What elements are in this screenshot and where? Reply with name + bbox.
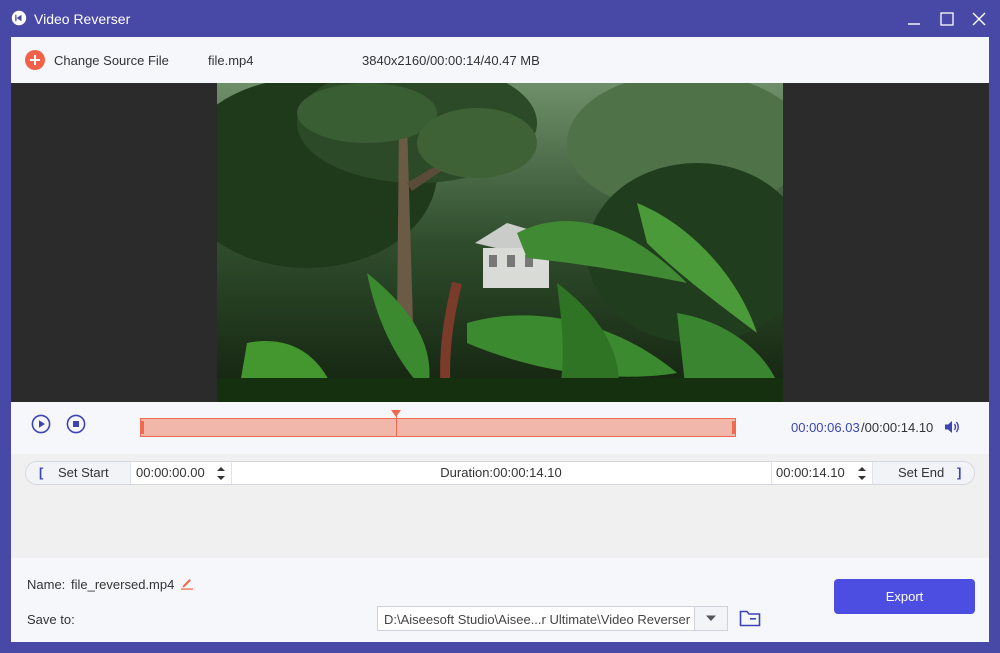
save-path-value: D:\Aiseesoft Studio\Aisee...r Ultimate\V… — [384, 612, 691, 627]
set-end-label: Set End — [898, 465, 945, 480]
playhead-marker[interactable] — [391, 410, 401, 417]
trim-end-handle[interactable] — [732, 421, 735, 434]
bracket-right-icon: ] — [957, 465, 962, 480]
name-label: Name: — [27, 577, 66, 592]
maximize-icon[interactable] — [937, 9, 957, 29]
stop-icon[interactable] — [66, 414, 86, 434]
range-bar: [ Set Start 00:00:00.00 Duration:00:00:1… — [25, 461, 975, 485]
main-window: Change Source File file.mp4 3840x2160/00… — [11, 37, 989, 642]
end-time-input[interactable]: 00:00:14.10 — [776, 462, 845, 484]
save-path-select[interactable]: D:\Aiseesoft Studio\Aisee...r Ultimate\V… — [377, 606, 728, 631]
bracket-left-icon: [ — [39, 465, 44, 480]
play-icon[interactable] — [31, 414, 51, 434]
set-start-label: Set Start — [58, 465, 109, 480]
video-frame — [217, 83, 783, 402]
start-time-stepper-icon[interactable] — [215, 465, 227, 482]
add-icon — [25, 50, 45, 70]
folder-icon[interactable] — [739, 608, 761, 628]
set-end-button[interactable]: Set End ] — [873, 462, 974, 484]
duration-display: Duration:00:00:14.10 — [440, 465, 562, 480]
divider — [771, 462, 772, 484]
trim-start-handle[interactable] — [141, 421, 144, 434]
source-filename: file.mp4 — [208, 53, 254, 68]
source-info: 3840x2160/00:00:14/40.47 MB — [362, 53, 540, 68]
minimize-icon[interactable] — [904, 9, 924, 29]
set-start-button[interactable]: [ Set Start — [26, 462, 130, 484]
source-bar: Change Source File file.mp4 3840x2160/00… — [11, 37, 989, 83]
chevron-down-icon — [706, 615, 716, 621]
change-source-label: Change Source File — [54, 53, 169, 68]
save-path-dropdown[interactable] — [694, 607, 727, 630]
export-button[interactable]: Export — [834, 579, 975, 614]
volume-icon[interactable] — [942, 417, 962, 437]
edit-icon[interactable] — [180, 576, 194, 590]
video-preview — [11, 83, 989, 402]
trim-range-bar[interactable] — [140, 418, 736, 437]
playback-controls: 00:00:06.03 /00:00:14.10 — [11, 402, 989, 454]
start-time-input[interactable]: 00:00:00.00 — [136, 462, 205, 484]
title-bar: Video Reverser — [0, 0, 1000, 37]
divider — [130, 462, 131, 484]
end-time-stepper-icon[interactable] — [856, 465, 868, 482]
app-logo-icon — [11, 10, 27, 26]
output-name-value: file_reversed.mp4 — [71, 577, 175, 592]
jungle-scene-image — [217, 83, 783, 402]
total-time: /00:00:14.10 — [861, 420, 934, 435]
window-title: Video Reverser — [34, 11, 131, 27]
close-icon[interactable] — [969, 9, 989, 29]
current-time: 00:00:06.03 — [791, 420, 860, 435]
output-panel: Name: file_reversed.mp4 Save to: D:\Aise… — [11, 558, 989, 642]
save-to-label: Save to: — [27, 612, 75, 627]
